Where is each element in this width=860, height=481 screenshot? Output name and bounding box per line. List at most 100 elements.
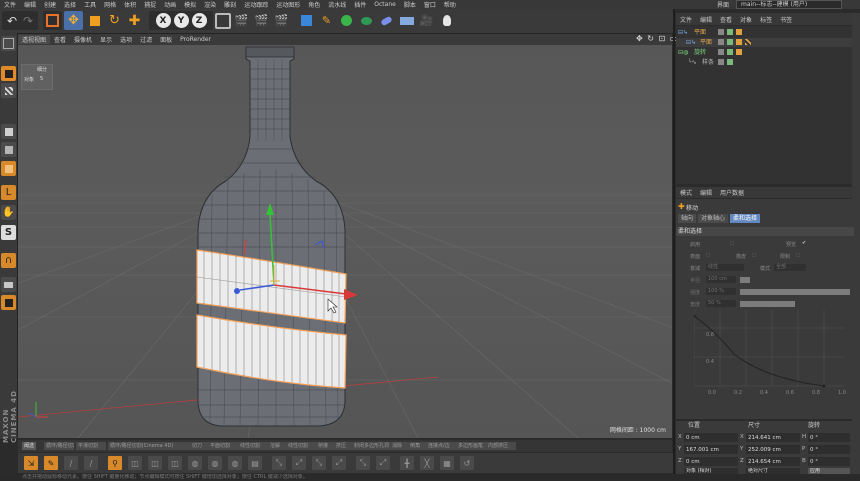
mode-dropdown[interactable]: 全部 (774, 264, 806, 271)
cloner-button[interactable] (357, 11, 376, 30)
right-tab-strip[interactable] (852, 13, 860, 474)
sphere-3-button[interactable]: ◍ (228, 456, 242, 470)
enable-checkbox[interactable]: ☐ (730, 241, 734, 247)
menu-snap[interactable]: 捕捉 (140, 0, 160, 9)
subdivision-button[interactable] (337, 11, 356, 30)
arrow-tool-6-button[interactable]: ⤢ (376, 456, 390, 470)
viewport-nav-glyphs[interactable]: ✥ ↻ ⊡ ▭ (636, 34, 678, 43)
menu-pipeline[interactable]: 流水线 (324, 0, 350, 9)
render-picture-viewer-button[interactable]: 🎬 (252, 11, 271, 30)
rotation-h-field[interactable]: 0 ° (808, 433, 850, 442)
scale-tool-button[interactable] (85, 11, 104, 30)
arrow-tool-3-button[interactable]: ⤡ (312, 456, 326, 470)
brush-button[interactable]: ✎ (44, 456, 58, 470)
om-menu-bookmarks[interactable]: 书签 (776, 15, 796, 24)
light-button[interactable] (437, 11, 456, 30)
size-y-field[interactable]: 252.009 cm (746, 445, 800, 454)
y-axis-lock-button[interactable]: Y (173, 13, 189, 28)
menu-window[interactable]: 窗口 (420, 0, 440, 9)
sphere-2-button[interactable]: ◍ (208, 456, 222, 470)
tool-select[interactable]: 阈选 (22, 442, 37, 450)
tool-inner-extrude[interactable]: 内部挤压 (486, 442, 516, 450)
tool-line-cut-2[interactable]: 线性切割 (286, 442, 316, 450)
snap-button[interactable]: S (1, 225, 16, 240)
menu-sculpt[interactable]: 雕刻 (220, 0, 240, 9)
viewport-menu-panel[interactable]: 面板 (156, 35, 176, 44)
strength-field[interactable]: 100 % (706, 288, 736, 295)
falloff-curve[interactable] (694, 315, 825, 387)
tool-bevel[interactable]: 倒角 (408, 442, 426, 450)
tool-bridge[interactable]: 桥接 (316, 442, 334, 450)
grow-selection-button[interactable]: ⇲ (24, 456, 38, 470)
sphere-button[interactable]: ◍ (188, 456, 202, 470)
tool-extrude[interactable]: 挤压 (334, 442, 352, 450)
axis-mode-button[interactable]: L (1, 185, 16, 200)
menu-volume[interactable]: 体积 (120, 0, 140, 9)
cube-button[interactable] (297, 11, 316, 30)
make-editable-button[interactable] (1, 36, 16, 51)
point-mode-button[interactable] (1, 124, 16, 139)
tool-smooth-cut[interactable]: 平滑切割 (76, 442, 106, 450)
strength-slider[interactable] (740, 289, 850, 295)
live-select-button[interactable] (43, 11, 62, 30)
solo-button[interactable] (1, 295, 16, 310)
tool-loop-path-cut[interactable]: 循环/路径切割 (44, 442, 74, 450)
viewport-menu-filter[interactable]: 过滤 (136, 35, 156, 44)
menu-render[interactable]: 渲染 (200, 0, 220, 9)
arrow-tool-4-button[interactable]: ⤢ (332, 456, 346, 470)
plane-button[interactable]: ▤ (248, 456, 262, 470)
object-row-plane-1[interactable]: ⊟↳ 平面 (676, 28, 852, 37)
menu-character[interactable]: 角色 (304, 0, 324, 9)
z-axis-lock-button[interactable]: Z (191, 13, 207, 28)
om-menu-edit[interactable]: 编辑 (696, 15, 716, 24)
lock-workplane-button[interactable] (1, 277, 16, 292)
rotation-b-field[interactable]: 0 ° (808, 457, 850, 466)
grid-tool-1-button[interactable]: ╋ (400, 456, 414, 470)
viewport-menu-options[interactable]: 选项 (116, 35, 136, 44)
weld-button[interactable]: ⚲ (108, 456, 122, 470)
object-row-lathe[interactable]: ⊟◍ 旋转 (676, 48, 852, 57)
am-menu-mode[interactable]: 模式 (676, 188, 696, 197)
tab-axis[interactable]: 轴向 (678, 214, 697, 223)
menu-file[interactable]: 文件 (0, 0, 20, 9)
cube-select-button[interactable]: ◫ (128, 456, 142, 470)
menu-motion-tracking[interactable]: 运动跟踪 (240, 0, 272, 9)
workplane-button[interactable]: ∩ (1, 253, 16, 268)
render-view-button[interactable]: 🎬 (232, 11, 251, 30)
position-y-field[interactable]: 167.001 cm (684, 445, 738, 454)
om-menu-objects[interactable]: 对象 (736, 15, 756, 24)
menu-create[interactable]: 创建 (40, 0, 60, 9)
object-row-plane-2[interactable]: ⊟↳ 平面 (676, 38, 852, 47)
grid-tool-2-button[interactable]: ╳ (420, 456, 434, 470)
layout-dropdown[interactable]: main--标志--建模 (用户) (736, 0, 842, 9)
menu-mesh[interactable]: 网格 (100, 0, 120, 9)
object-row-spline[interactable]: └∿ 样条 (676, 58, 852, 67)
tool-close-hole[interactable]: 封闭多边形孔洞 (352, 442, 390, 450)
tool-connect[interactable]: 连接点/边 (426, 442, 456, 450)
rubber-checkbox[interactable]: ☐ (752, 253, 756, 259)
x-axis-lock-button[interactable]: X (155, 13, 171, 28)
box-inset-button[interactable]: ◫ (168, 456, 182, 470)
apply-button[interactable]: 应用 (808, 468, 850, 474)
menu-tools[interactable]: 工具 (80, 0, 100, 9)
om-menu-file[interactable]: 文件 (676, 15, 696, 24)
menu-mograph[interactable]: 运动图形 (272, 0, 304, 9)
tab-object-axis[interactable]: 对象轴心 (698, 214, 729, 223)
om-menu-tags[interactable]: 标签 (756, 15, 776, 24)
tool-plane-cut[interactable]: 平面切割 (208, 442, 238, 450)
pen-spline-button[interactable]: ✎ (317, 11, 336, 30)
falloff-dropdown[interactable]: 线性 (706, 264, 744, 271)
viewport-menu-view[interactable]: 查看 (50, 35, 70, 44)
arrow-tool-1-button[interactable]: ⤡ (272, 456, 286, 470)
falloff-curve-graph[interactable] (694, 310, 844, 396)
size-mode-dropdown[interactable]: 绝对尺寸 (746, 468, 800, 474)
am-menu-edit[interactable]: 编辑 (696, 188, 716, 197)
viewport-title[interactable]: 透视视图 (18, 35, 51, 44)
tool-polygon-pen[interactable]: 多边形画笔 (456, 442, 486, 450)
arrow-tool-2-button[interactable]: ⤢ (292, 456, 306, 470)
move-tool-button[interactable]: ✥ (64, 11, 83, 30)
size-z-field[interactable]: 214.654 cm (746, 457, 800, 466)
radius-field[interactable]: 100 cm (706, 276, 736, 283)
polygon-mode-button[interactable] (1, 161, 16, 176)
menu-select[interactable]: 选择 (60, 0, 80, 9)
